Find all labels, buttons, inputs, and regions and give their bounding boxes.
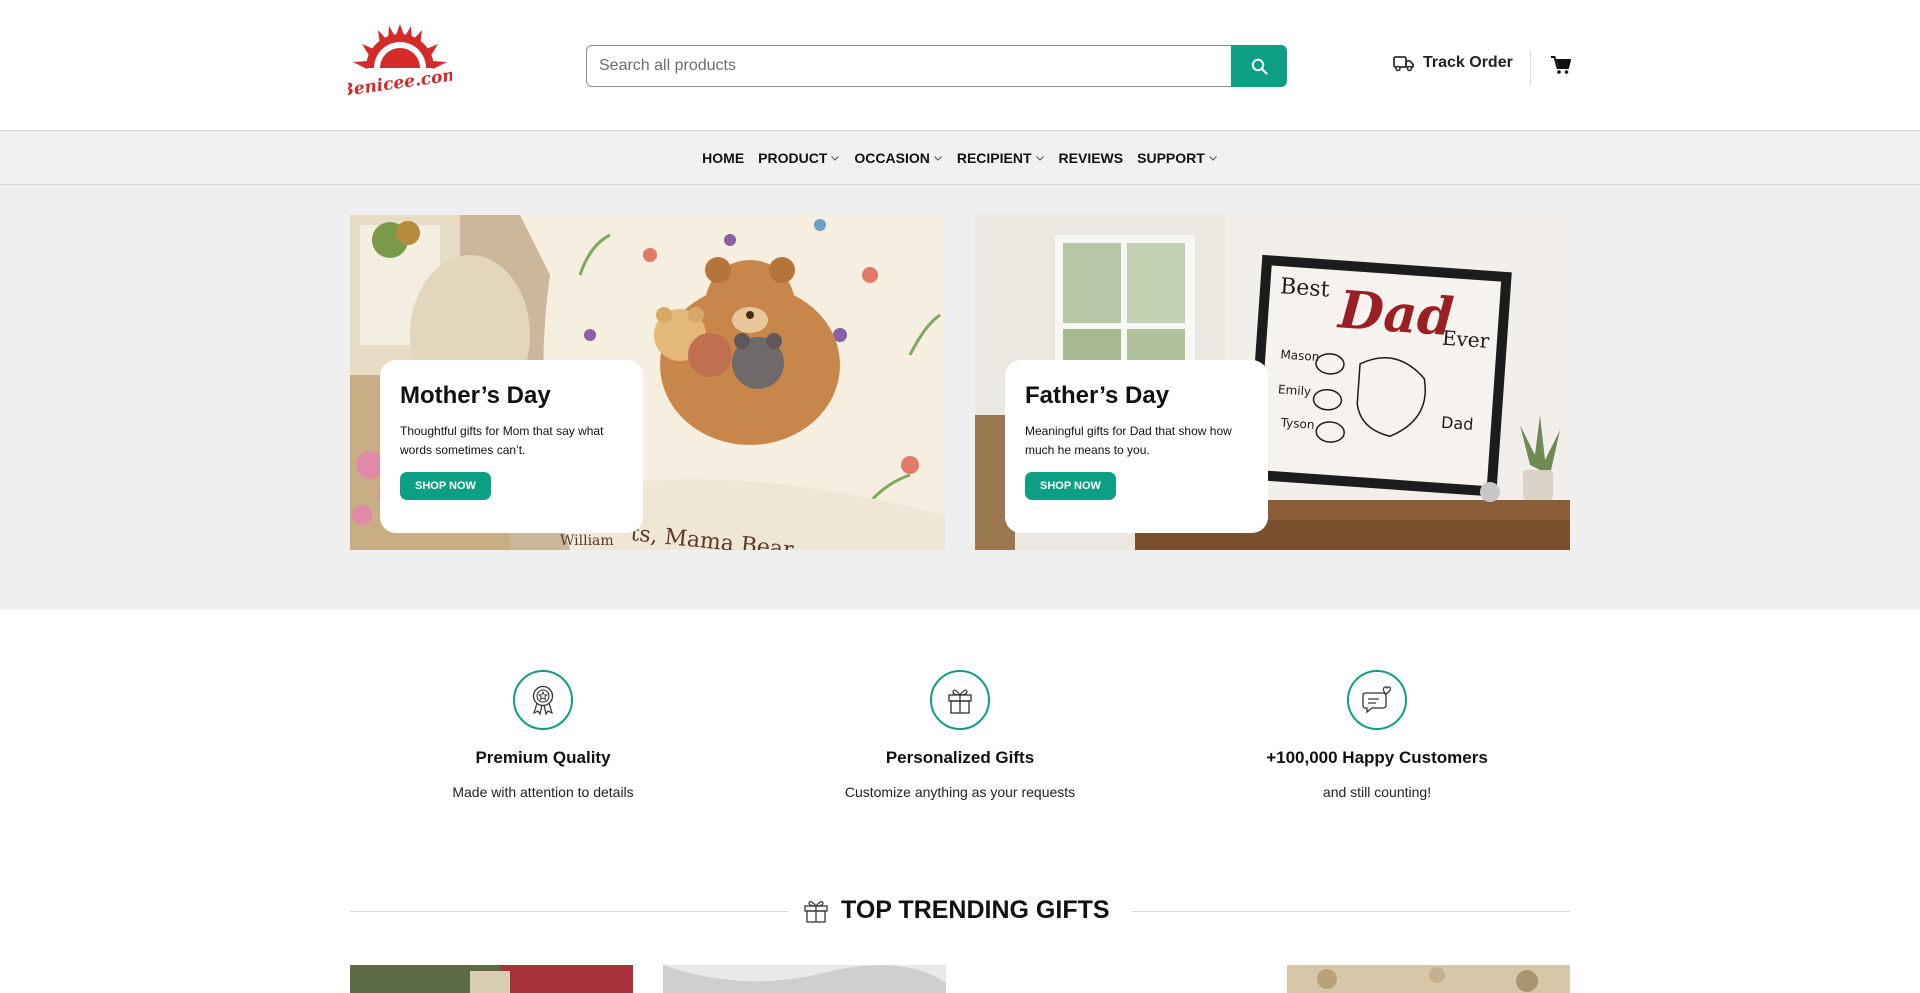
image-text: Dad [1441, 413, 1475, 434]
product-image [350, 965, 633, 993]
gift-icon [948, 689, 972, 714]
feature-text: and still counting! [1322, 784, 1432, 800]
product-thumbnail[interactable] [663, 965, 946, 993]
image-text: Emily [1278, 382, 1312, 398]
feature-happy-customers: +100,000 Happy Customers and still count… [1197, 670, 1557, 800]
image-text: Dad [1335, 279, 1456, 348]
truck-icon [1393, 56, 1414, 72]
section-divider-left [350, 911, 788, 912]
image-text: Mason [1280, 347, 1320, 364]
product-image [663, 965, 946, 993]
mothers-day-banner[interactable]: ts, Mama Bear William Mother’s Day Thoug… [350, 215, 945, 550]
feature-text: Made with attention to details [452, 784, 634, 800]
award-badge-icon [532, 685, 554, 716]
banner-title: Father’s Day [1025, 382, 1170, 409]
track-order-link[interactable]: Track Order [1393, 54, 1513, 72]
trending-title: TOP TRENDING GIFTS [841, 896, 1110, 924]
chevron-down-icon [933, 155, 942, 161]
feature-icon-circle [1347, 670, 1407, 730]
product-image [1287, 965, 1570, 993]
fathers-day-banner[interactable]: Best Dad Ever Mason Emily Tyson Dad Fath… [975, 215, 1570, 550]
chevron-down-icon [831, 155, 840, 161]
image-text: Tyson [1279, 416, 1315, 432]
gift-icon [804, 900, 828, 923]
trending-heading: TOP TRENDING GIFTS [803, 896, 1110, 925]
nav-label: PRODUCT [758, 149, 828, 166]
cart-icon [1551, 56, 1571, 74]
product-thumbnail[interactable] [350, 965, 633, 993]
nav-label: REVIEWS [1058, 149, 1124, 166]
header-divider [1530, 50, 1531, 86]
chevron-down-icon [1035, 155, 1044, 161]
nav-label: SUPPORT [1137, 149, 1205, 166]
fathers-day-card: Father’s Day Meaningful gifts for Dad th… [1005, 360, 1268, 533]
nav-item-reviews[interactable]: REVIEWS [1059, 150, 1124, 166]
feature-text: Customize anything as your requests [844, 784, 1076, 800]
search-icon [1251, 58, 1268, 75]
image-text: Ever [1441, 326, 1490, 353]
feature-title: +100,000 Happy Customers [1266, 748, 1488, 767]
feature-icon-circle [513, 670, 573, 730]
features-section: Premium Quality Made with attention to d… [0, 610, 1920, 850]
product-thumbnail[interactable] [1287, 965, 1570, 993]
hero-section: ts, Mama Bear William Mother’s Day Thoug… [0, 185, 1920, 610]
image-text: William [560, 533, 614, 549]
feature-title: Premium Quality [475, 748, 611, 767]
brand-logo[interactable]: Benicee.com [337, 22, 461, 102]
nav-label: HOME [702, 149, 745, 166]
feature-personalized-gifts: Personalized Gifts Customize anything as… [780, 670, 1140, 800]
search-input[interactable] [586, 45, 1231, 87]
search-button[interactable] [1231, 45, 1287, 87]
banner-title: Mother’s Day [400, 382, 551, 409]
mothers-day-card: Mother’s Day Thoughtful gifts for Mom th… [380, 360, 643, 533]
banner-description: Thoughtful gifts for Mom that say what w… [400, 424, 604, 457]
site-header: Benicee.com Track Order [0, 0, 1920, 131]
feature-premium-quality: Premium Quality Made with attention to d… [363, 670, 723, 800]
feature-title: Personalized Gifts [885, 748, 1035, 767]
banner-description: Meaningful gifts for Dad that show how m… [1025, 424, 1232, 457]
nav-item-home[interactable]: HOME [702, 150, 744, 166]
shop-now-button[interactable]: SHOP NOW [1025, 472, 1116, 500]
nav-label: RECIPIENT [956, 149, 1032, 166]
search-bar [586, 45, 1287, 87]
shop-now-button[interactable]: SHOP NOW [400, 472, 491, 500]
chat-heart-icon [1362, 686, 1392, 714]
chevron-down-icon [1208, 155, 1217, 161]
nav-label: OCCASION [854, 149, 930, 166]
feature-icon-circle [930, 670, 990, 730]
cart-button[interactable] [1550, 55, 1572, 80]
logo-text: Benicee.com [348, 65, 452, 98]
image-text: Best [1279, 274, 1330, 302]
track-order-label: Track Order [1423, 54, 1513, 71]
nav-item-recipient[interactable]: RECIPIENT [957, 150, 1045, 166]
section-divider-right [1132, 911, 1570, 912]
nav-item-product[interactable]: PRODUCT [758, 150, 840, 166]
main-nav: HOME PRODUCT OCCASION RECIPIENT REVIEWS … [0, 131, 1920, 185]
nav-item-occasion[interactable]: OCCASION [854, 150, 942, 166]
nav-item-support[interactable]: SUPPORT [1137, 150, 1218, 166]
